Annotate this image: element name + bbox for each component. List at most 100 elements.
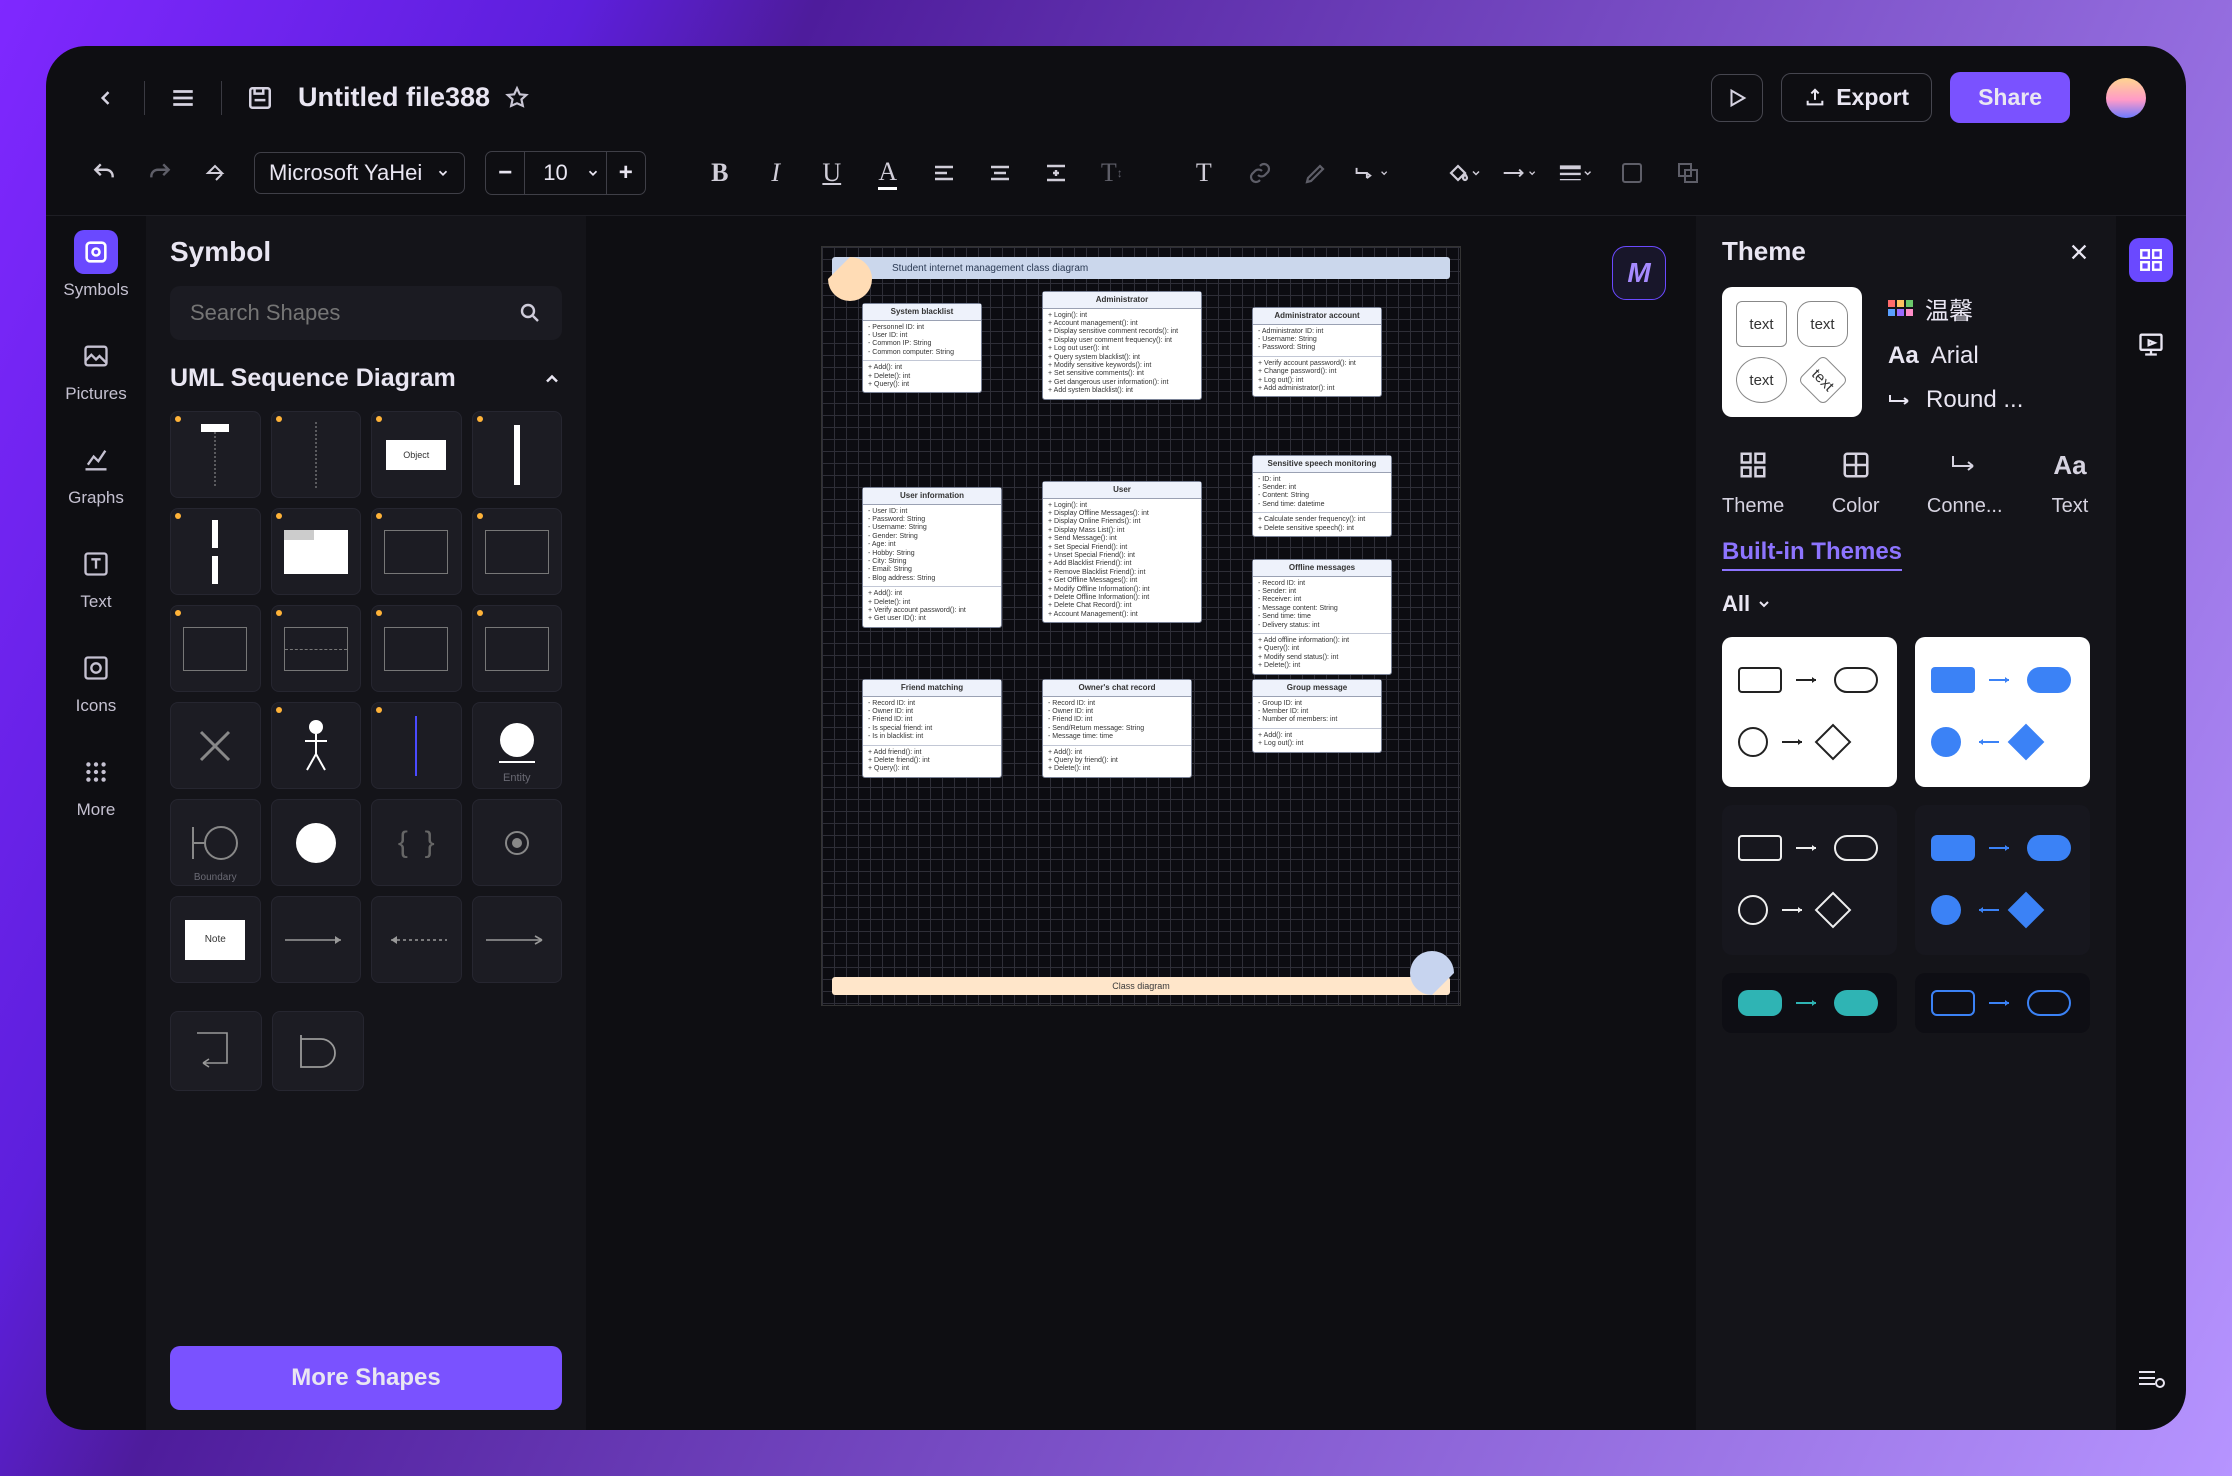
play-button[interactable] <box>1711 74 1763 122</box>
theme-thumb-dark-blue[interactable] <box>1915 805 2090 955</box>
close-icon[interactable] <box>2068 241 2090 263</box>
theme-thumb-dark-blue2[interactable] <box>1915 973 2090 1033</box>
shape-grid: Object Entity Boundary { } Note <box>170 411 562 983</box>
link-icon[interactable] <box>1242 155 1278 191</box>
class-box[interactable]: Sensitive speech monitoring- ID: int- Se… <box>1252 455 1392 537</box>
insert-text-icon[interactable]: T <box>1186 155 1222 191</box>
theme-thumb-dark-outline[interactable] <box>1722 805 1897 955</box>
line-width-icon[interactable] <box>1558 155 1594 191</box>
share-button[interactable]: Share <box>1950 72 2070 123</box>
shape-recursive[interactable] <box>272 1011 364 1091</box>
shape-return-message[interactable] <box>371 896 462 983</box>
shape-note[interactable]: Note <box>170 896 261 983</box>
text-format-icon[interactable]: T↕ <box>1094 155 1130 191</box>
shape-region[interactable] <box>472 605 563 692</box>
shape-async-message[interactable] <box>472 896 563 983</box>
favorite-star-icon[interactable] <box>504 85 530 111</box>
ai-assistant-button[interactable]: M <box>1612 246 1666 300</box>
shape-boundary[interactable]: Boundary <box>170 799 261 886</box>
shape-frame[interactable] <box>271 508 362 595</box>
shape-self-message[interactable] <box>170 1011 262 1091</box>
class-box[interactable]: User+ Login(): int+ Display Offline Mess… <box>1042 481 1202 623</box>
built-in-themes-link[interactable]: Built-in Themes <box>1722 538 1902 571</box>
shape-object[interactable]: Object <box>371 411 462 498</box>
nav-pictures[interactable]: Pictures <box>65 334 126 404</box>
shape-par[interactable] <box>271 605 362 692</box>
shape-preset-icon[interactable] <box>1614 155 1650 191</box>
shape-control[interactable] <box>271 799 362 886</box>
class-box[interactable]: Group message- Group ID: int- Member ID:… <box>1252 679 1382 753</box>
font-size-stepper[interactable]: − 10 + <box>485 151 646 195</box>
shape-sync-message[interactable] <box>271 896 362 983</box>
section-header[interactable]: UML Sequence Diagram <box>170 364 562 393</box>
theme-thumb-light[interactable] <box>1722 637 1897 787</box>
tab-color[interactable]: Color <box>1832 445 1880 518</box>
fill-color-icon[interactable] <box>1446 155 1482 191</box>
shape-activation-bar[interactable] <box>472 411 563 498</box>
class-box[interactable]: Owner's chat record- Record ID: int- Own… <box>1042 679 1192 778</box>
canvas-area[interactable]: M Student internet management class diag… <box>586 216 1696 1430</box>
shape-endpoint[interactable] <box>472 799 563 886</box>
search-input[interactable] <box>170 286 562 340</box>
undo-icon[interactable] <box>86 155 122 191</box>
tab-connector[interactable]: Conne... <box>1927 445 2003 518</box>
shape-message[interactable] <box>371 702 462 789</box>
theme-thumb-dark-teal[interactable] <box>1722 973 1897 1033</box>
shape-destroy[interactable] <box>170 702 261 789</box>
more-shapes-button[interactable]: More Shapes <box>170 1346 562 1410</box>
shape-ref[interactable] <box>371 605 462 692</box>
save-icon[interactable] <box>240 78 280 118</box>
arrange-icon[interactable] <box>1670 155 1706 191</box>
theme-panel: Theme texttext texttext 温馨 AaArial Round… <box>1696 216 2116 1430</box>
font-family-select[interactable]: Microsoft YaHei <box>254 152 465 194</box>
nav-graphs[interactable]: Graphs <box>68 438 124 508</box>
redo-icon[interactable] <box>142 155 178 191</box>
align-left-icon[interactable] <box>926 155 962 191</box>
pen-icon[interactable] <box>1298 155 1334 191</box>
nav-symbols[interactable]: Symbols <box>63 230 128 300</box>
panel-title: Theme <box>1722 236 1806 267</box>
class-box[interactable]: Offline messages- Record ID: int- Sender… <box>1252 559 1392 675</box>
class-box[interactable]: System blacklist- Personnel ID: int- Use… <box>862 303 982 393</box>
settings-icon[interactable] <box>2129 1356 2173 1400</box>
theme-filter[interactable]: All <box>1722 591 2090 617</box>
menu-button[interactable] <box>163 78 203 118</box>
format-painter-icon[interactable] <box>198 155 234 191</box>
italic-icon[interactable]: I <box>758 155 794 191</box>
class-box[interactable]: Friend matching- Record ID: int- Owner I… <box>862 679 1002 778</box>
shape-lifeline[interactable] <box>170 411 261 498</box>
nav-icons[interactable]: Icons <box>74 646 118 716</box>
class-box[interactable]: Administrator account- Administrator ID:… <box>1252 307 1382 397</box>
tab-text[interactable]: AaText <box>2050 445 2090 518</box>
shape-alt[interactable] <box>371 508 462 595</box>
shape-activation[interactable] <box>271 411 362 498</box>
shape-entity[interactable]: Entity <box>472 702 563 789</box>
theme-connector-row: Round ... <box>1888 386 2023 414</box>
nav-text[interactable]: Text <box>74 542 118 612</box>
shape-loop[interactable] <box>472 508 563 595</box>
present-icon[interactable] <box>2129 322 2173 366</box>
back-button[interactable] <box>86 78 126 118</box>
shape-actor[interactable] <box>271 702 362 789</box>
class-box[interactable]: Administrator+ Login(): int+ Account man… <box>1042 291 1202 400</box>
document-title[interactable]: Untitled file388 <box>298 82 490 113</box>
export-button[interactable]: Export <box>1781 73 1932 122</box>
underline-icon[interactable]: U <box>814 155 850 191</box>
symbol-panel: Symbol UML Sequence Diagram Object <box>146 216 586 1430</box>
properties-icon[interactable] <box>2129 238 2173 282</box>
shape-constraint[interactable]: { } <box>371 799 462 886</box>
bold-icon[interactable]: B <box>702 155 738 191</box>
align-center-icon[interactable] <box>982 155 1018 191</box>
shape-concurrent[interactable] <box>170 508 261 595</box>
search-field[interactable] <box>190 300 518 326</box>
theme-thumb-blue[interactable] <box>1915 637 2090 787</box>
tab-theme[interactable]: Theme <box>1722 445 1784 518</box>
vertical-align-icon[interactable] <box>1038 155 1074 191</box>
user-avatar[interactable] <box>2106 78 2146 118</box>
arrow-style-icon[interactable] <box>1502 155 1538 191</box>
font-color-icon[interactable]: A <box>870 155 906 191</box>
connector-style-icon[interactable] <box>1354 155 1390 191</box>
nav-more[interactable]: More <box>74 750 118 820</box>
class-box[interactable]: User information- User ID: int- Password… <box>862 487 1002 628</box>
shape-opt[interactable] <box>170 605 261 692</box>
